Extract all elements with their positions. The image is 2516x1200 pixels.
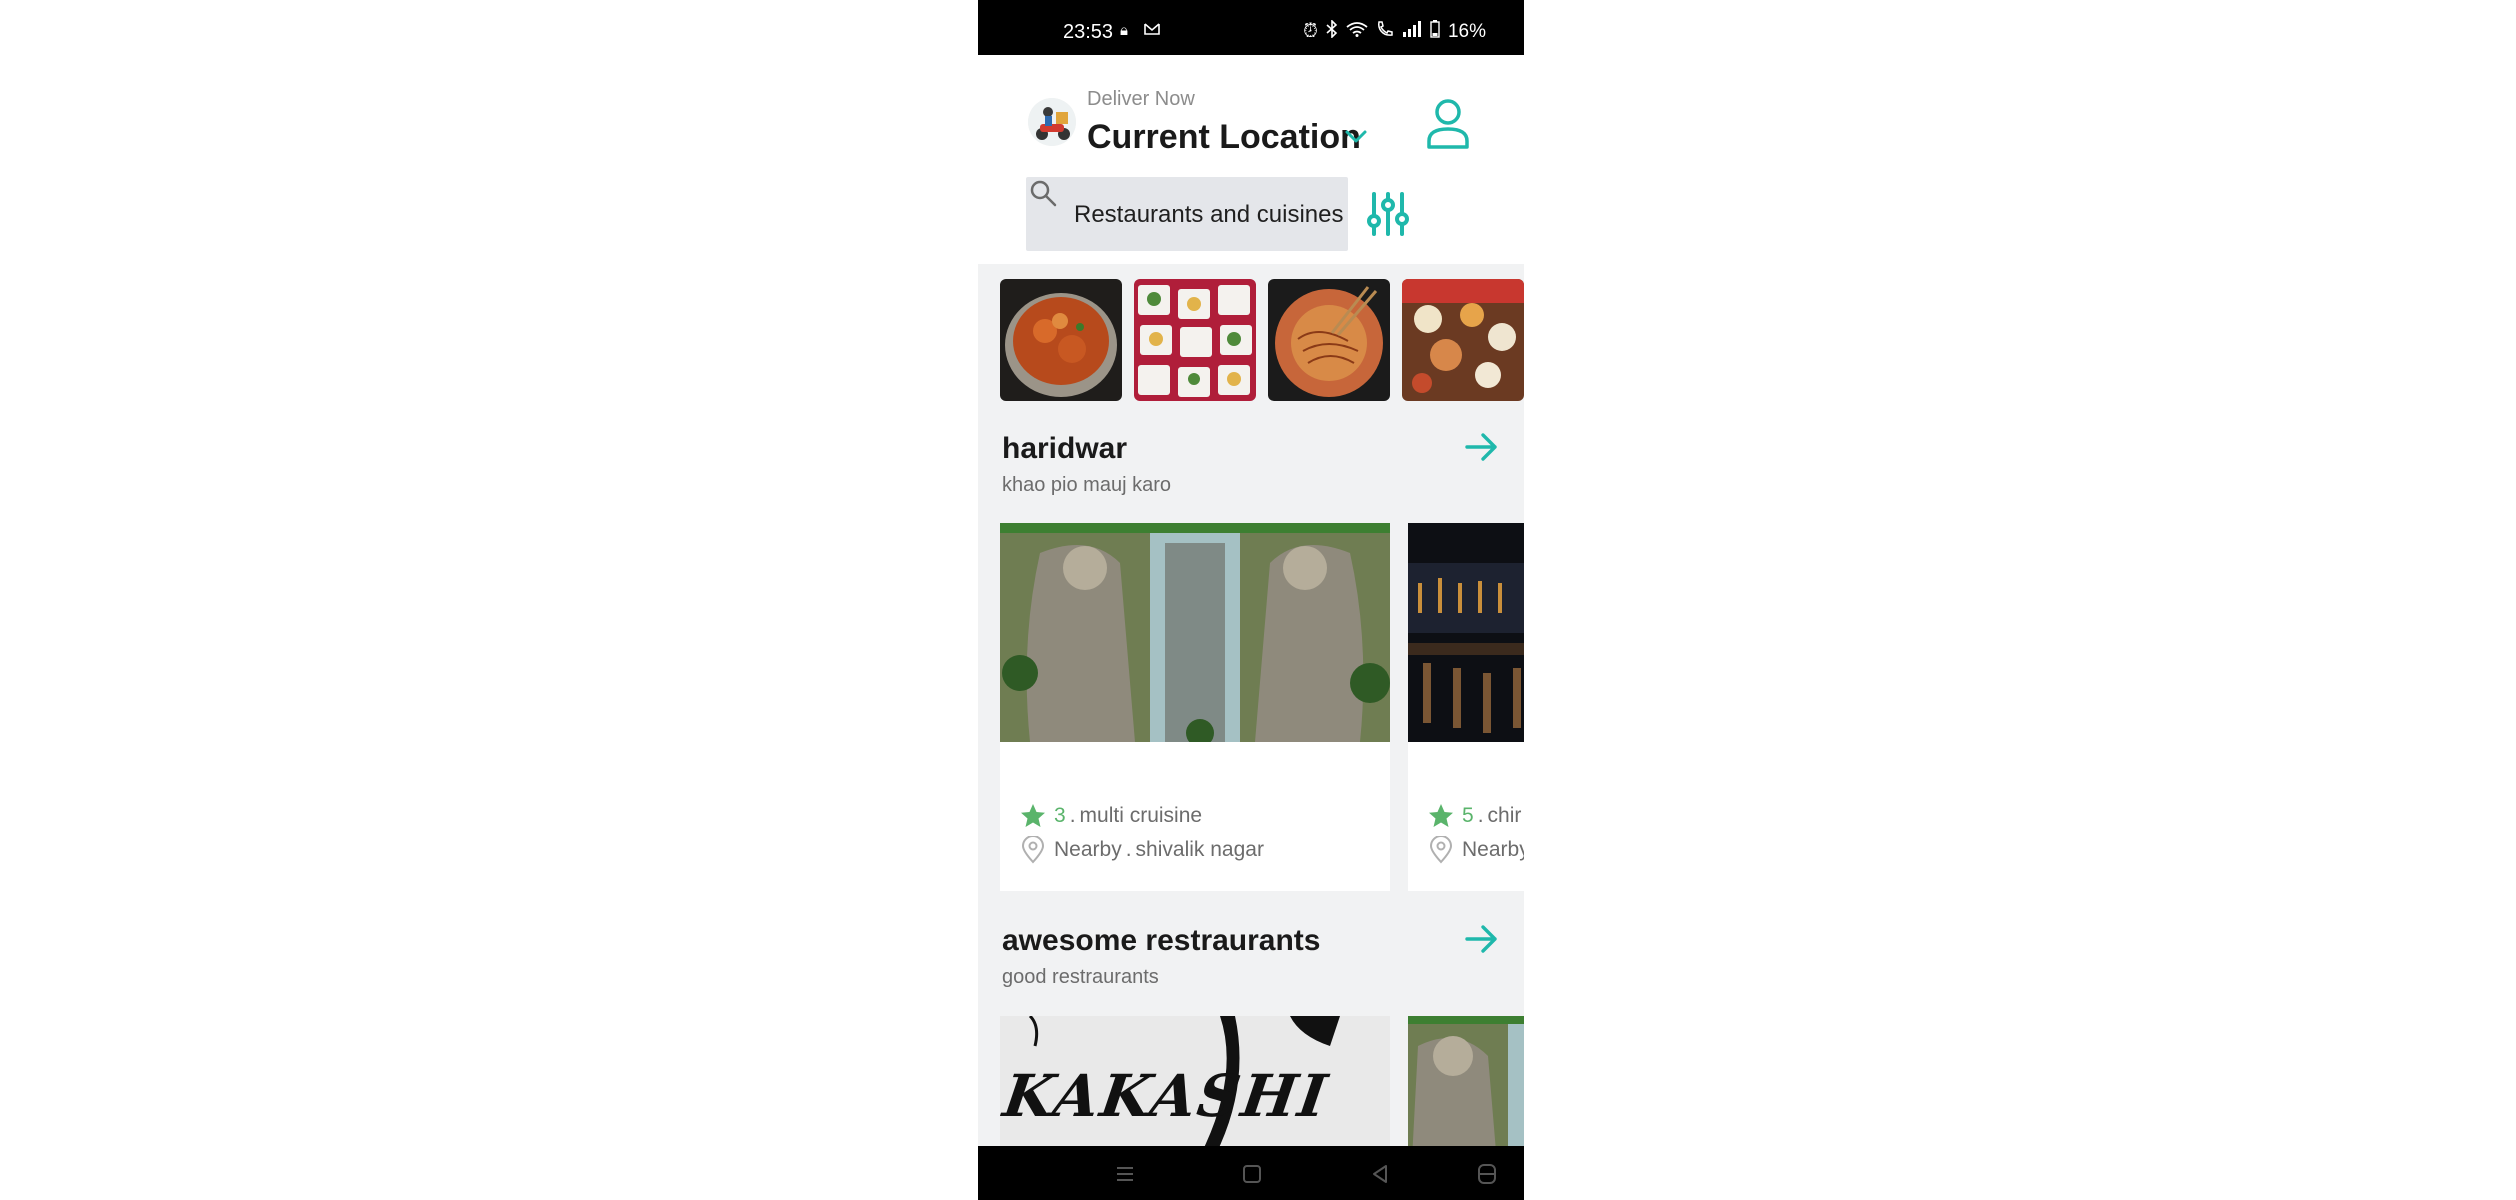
distance-label: Nearby bbox=[1054, 838, 1122, 861]
restaurant-card[interactable]: 5 . chir Nearby bbox=[1408, 523, 1524, 891]
section-subtitle: khao pio mauj karo bbox=[1002, 474, 1171, 496]
location-pin-icon bbox=[1021, 836, 1045, 864]
search-icon bbox=[1030, 180, 1057, 207]
back-triangle-icon[interactable] bbox=[1368, 1162, 1392, 1186]
chevron-down-icon[interactable] bbox=[1342, 123, 1370, 151]
wifi-icon bbox=[1346, 21, 1368, 43]
separator-dot: . bbox=[1477, 804, 1484, 827]
filter-sliders-icon[interactable] bbox=[1366, 191, 1410, 237]
bluetooth-icon bbox=[1326, 19, 1338, 44]
rating-value: 3 bbox=[1054, 804, 1066, 827]
status-bar: 23:53 🔒︎ ⏰︎ 16% bbox=[978, 0, 1524, 55]
section-title: awesome restraurants bbox=[1002, 924, 1321, 957]
distance-label: Nearby bbox=[1462, 838, 1524, 861]
cuisine-label: chir bbox=[1487, 804, 1522, 827]
battery-icon bbox=[1430, 20, 1440, 44]
rating-value: 5 bbox=[1462, 804, 1474, 827]
star-icon bbox=[1429, 804, 1453, 827]
restaurant-image bbox=[1408, 1016, 1524, 1146]
restaurant-card[interactable]: 3 . multi cruisine Nearby . shivalik nag… bbox=[1000, 523, 1390, 891]
rating-row: 5 . chir bbox=[1428, 803, 1521, 829]
current-location-selector[interactable]: Current Location bbox=[1087, 118, 1361, 157]
section-subtitle: good restraurants bbox=[1002, 966, 1159, 988]
restaurant-image bbox=[1000, 523, 1390, 742]
home-square-icon[interactable] bbox=[1240, 1162, 1264, 1186]
assistant-icon[interactable] bbox=[1475, 1162, 1499, 1186]
cuisine-label: multi cruisine bbox=[1079, 804, 1203, 827]
restaurant-card[interactable]: KaKaSHi bbox=[1000, 1016, 1390, 1146]
menu-icon[interactable] bbox=[1113, 1162, 1137, 1186]
restaurant-card[interactable] bbox=[1408, 1016, 1524, 1146]
alarm-icon: ⏰︎ bbox=[1303, 21, 1318, 42]
search-input[interactable]: Restaurants and cuisines bbox=[1026, 177, 1348, 251]
status-time: 23:53 bbox=[1063, 21, 1114, 43]
area-label: shivalik nagar bbox=[1135, 838, 1264, 861]
section-title: haridwar bbox=[1002, 432, 1128, 465]
system-nav-bar bbox=[978, 1146, 1524, 1200]
mail-icon bbox=[1144, 22, 1160, 40]
delivery-avatar bbox=[1028, 98, 1076, 146]
star-icon bbox=[1021, 804, 1045, 827]
location-row: Nearby . shivalik nagar bbox=[1020, 836, 1264, 864]
app-header: Deliver Now Current Location Restaurants… bbox=[978, 55, 1524, 264]
location-row: Nearby bbox=[1428, 836, 1524, 864]
profile-icon[interactable] bbox=[1424, 97, 1472, 149]
separator-dot: . bbox=[1069, 804, 1076, 827]
arrow-right-icon[interactable] bbox=[1464, 431, 1500, 463]
signal-icon bbox=[1402, 21, 1422, 43]
location-pin-icon bbox=[1429, 836, 1453, 864]
rating-row: 3 . multi cruisine bbox=[1020, 803, 1202, 829]
phone-screen: 23:53 🔒︎ ⏰︎ 16% Deliver Now Current Loca… bbox=[978, 0, 1524, 1200]
call-icon bbox=[1376, 20, 1394, 44]
battery-percent: 16% bbox=[1447, 21, 1486, 42]
main-content[interactable]: haridwar khao pio mauj karo 3 . multi cr… bbox=[978, 264, 1524, 1146]
category-noodle-dish[interactable] bbox=[1268, 279, 1390, 401]
deliver-now-label: Deliver Now bbox=[1087, 88, 1195, 110]
category-platter-dish[interactable] bbox=[1134, 279, 1256, 401]
arrow-right-icon[interactable] bbox=[1464, 923, 1500, 955]
restaurant-image bbox=[1408, 523, 1524, 742]
category-thali-spread[interactable] bbox=[1402, 279, 1524, 401]
lock-icon: 🔒︎ bbox=[1120, 22, 1128, 39]
category-curry-dish[interactable] bbox=[1000, 279, 1122, 401]
search-placeholder: Restaurants and cuisines bbox=[1074, 201, 1344, 228]
restaurant-logo-text: KaKaSHi bbox=[1000, 1062, 1333, 1130]
separator-dot: . bbox=[1125, 838, 1132, 861]
restaurant-logo-image: KaKaSHi bbox=[1000, 1016, 1390, 1146]
